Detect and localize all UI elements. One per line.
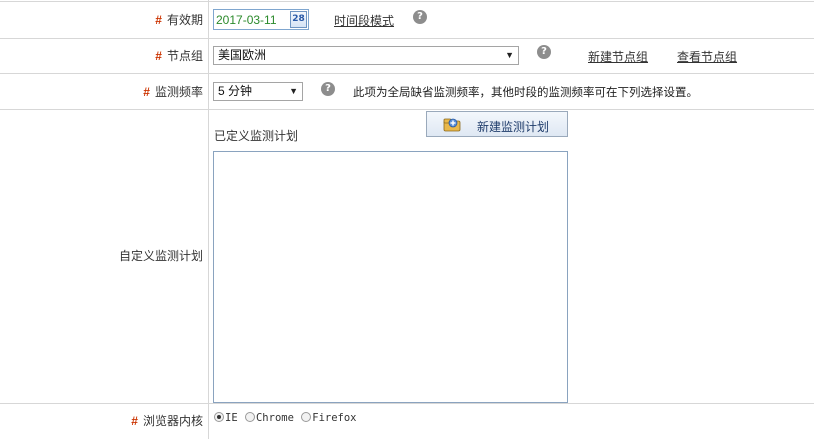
radio-button[interactable] bbox=[214, 412, 224, 422]
new-plan-icon bbox=[443, 118, 461, 132]
help-icon[interactable]: ? bbox=[321, 82, 335, 96]
radio-label: IE bbox=[225, 412, 238, 424]
row-divider bbox=[0, 109, 814, 110]
calendar-icon[interactable]: 28 bbox=[290, 11, 307, 28]
radio-label: Firefox bbox=[312, 412, 357, 424]
radio-button[interactable] bbox=[301, 412, 312, 422]
radio-button[interactable] bbox=[244, 412, 255, 422]
node-group-select[interactable]: 美国欧洲 ▼ bbox=[213, 46, 519, 65]
new-monitor-plan-button[interactable]: 新建监测计划 bbox=[426, 111, 568, 137]
custom-plan-label: 自定义监测计划 bbox=[118, 249, 203, 263]
frequency-label-text: 监测频率 bbox=[154, 85, 203, 99]
browser-core-label: # 浏览器内核 bbox=[0, 413, 203, 429]
radio-option-chrome[interactable]: Chrome bbox=[244, 412, 294, 424]
time-period-mode-link[interactable]: 时间段模式 bbox=[334, 12, 394, 29]
row-divider bbox=[0, 73, 814, 74]
frequency-label: # 监测频率 bbox=[0, 84, 203, 100]
browser-core-label-text: 浏览器内核 bbox=[142, 414, 203, 428]
required-mark: # bbox=[131, 414, 138, 428]
frequency-select[interactable]: 5 分钟 ▼ bbox=[213, 82, 303, 101]
frequency-hint: 此项为全局缺省监测频率，其他时段的监测频率可在下列选择设置。 bbox=[353, 87, 698, 99]
frequency-selected: 5 分钟 bbox=[218, 84, 253, 98]
node-group-selected: 美国欧洲 bbox=[218, 48, 267, 62]
defined-plans-label: 已定义监测计划 bbox=[214, 129, 299, 143]
defined-plans-listbox[interactable] bbox=[213, 151, 568, 403]
validity-date-input[interactable]: 2017-03-11 28 bbox=[213, 9, 309, 30]
radio-option-ie[interactable]: IE bbox=[214, 412, 238, 424]
column-divider bbox=[208, 0, 209, 439]
help-icon[interactable]: ? bbox=[413, 10, 427, 24]
chevron-down-icon: ▼ bbox=[289, 86, 298, 96]
help-icon[interactable]: ? bbox=[537, 45, 551, 59]
validity-label: # 有效期 bbox=[0, 12, 203, 28]
row-divider bbox=[0, 38, 814, 39]
required-mark: # bbox=[155, 13, 162, 27]
node-group-label: # 节点组 bbox=[0, 48, 203, 64]
validity-date-value: 2017-03-11 bbox=[216, 13, 277, 27]
new-plan-button-label: 新建监测计划 bbox=[477, 120, 550, 134]
new-node-group-link[interactable]: 新建节点组 bbox=[588, 48, 648, 65]
browser-core-radio-group: IE Chrome Firefox bbox=[214, 412, 358, 424]
row-divider bbox=[0, 1, 814, 2]
radio-label: Chrome bbox=[255, 412, 294, 424]
required-mark: # bbox=[143, 85, 150, 99]
chevron-down-icon: ▼ bbox=[505, 50, 514, 60]
row-divider bbox=[0, 403, 814, 404]
node-group-label-text: 节点组 bbox=[166, 49, 203, 63]
monitor-settings-form: # 有效期 2017-03-11 28 时间段模式 ? # 节点组 美国欧洲 ▼ ?… bbox=[0, 0, 814, 439]
view-node-group-link[interactable]: 查看节点组 bbox=[677, 48, 737, 65]
validity-label-text: 有效期 bbox=[166, 13, 203, 27]
required-mark: # bbox=[155, 49, 162, 63]
radio-option-firefox[interactable]: Firefox bbox=[301, 412, 357, 424]
